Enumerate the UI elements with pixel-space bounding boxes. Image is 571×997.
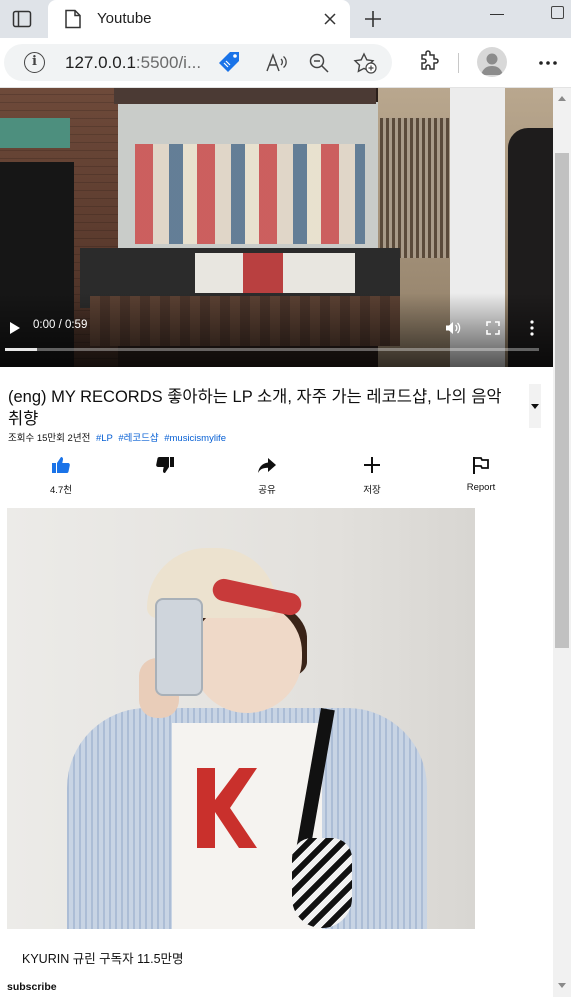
video-frame-awning	[114, 88, 376, 104]
subscribe-button[interactable]: subscribe	[7, 981, 57, 993]
play-icon[interactable]	[9, 321, 21, 335]
tab-title: Youtube	[97, 10, 152, 27]
profile-avatar-icon[interactable]	[477, 47, 507, 77]
tab-actions-icon[interactable]	[12, 9, 32, 29]
coupon-tag-icon[interactable]	[217, 50, 243, 76]
dislike-button[interactable]	[125, 452, 205, 496]
action-bar: 4.7천 공유 저장 Report	[0, 452, 553, 496]
video-progress-bar[interactable]	[5, 348, 539, 351]
channel-name[interactable]: KYURIN 규린 구독자 11.5만명	[22, 948, 184, 967]
thumbs-down-icon	[156, 457, 174, 473]
video-frame-boxes	[195, 253, 355, 293]
volume-icon[interactable]	[445, 321, 461, 335]
document-icon	[65, 9, 81, 29]
toolbar-divider	[458, 53, 459, 73]
flag-icon	[473, 457, 489, 474]
minimize-button[interactable]	[490, 14, 504, 15]
hashtag-link[interactable]: #LP	[96, 433, 113, 444]
photo-phone	[155, 598, 203, 696]
toolbar: i 127.0.0.1:5500/i...	[0, 38, 571, 88]
info-icon[interactable]: i	[24, 52, 45, 73]
video-progress-fill	[5, 348, 38, 351]
more-options-icon[interactable]	[537, 54, 559, 72]
close-icon[interactable]	[322, 11, 338, 27]
video-frame-records	[380, 118, 450, 258]
like-button[interactable]: 4.7천	[21, 452, 101, 496]
share-label: 공유	[258, 485, 276, 496]
hashtag-link[interactable]: #레코드샵	[118, 433, 158, 444]
new-tab-icon[interactable]	[362, 8, 384, 30]
page-content: 0:00 / 0:59 (eng) MY RECORDS 좋아하는 LP 소개,…	[0, 88, 553, 997]
url-host: 127.0.0.1	[65, 53, 136, 72]
fullscreen-icon[interactable]	[486, 321, 500, 335]
tab-strip: Youtube	[0, 0, 571, 38]
video-frame-sign	[0, 118, 70, 148]
save-button[interactable]: 저장	[332, 452, 412, 496]
plus-icon	[364, 457, 380, 473]
maximize-button[interactable]	[551, 6, 564, 19]
hashtag-link[interactable]: #musicismylife	[164, 433, 226, 444]
address-bar[interactable]: i 127.0.0.1:5500/i...	[4, 44, 392, 81]
scroll-down-arrow-icon[interactable]	[558, 983, 566, 988]
video-time: 0:00 / 0:59	[33, 319, 88, 331]
report-button[interactable]: Report	[441, 452, 521, 496]
url-text[interactable]: 127.0.0.1:5500/i...	[65, 53, 201, 73]
photo-bag	[292, 838, 352, 928]
channel-photo[interactable]	[7, 508, 475, 929]
view-count: 조회수 15만회 2년전	[8, 433, 91, 444]
browser-tab[interactable]: Youtube	[48, 0, 350, 38]
share-icon	[258, 458, 276, 473]
url-path: :5500/i...	[135, 53, 202, 72]
photo-face	[192, 603, 302, 713]
video-meta: 조회수 15만회 2년전 #LP #레코드샵 #musicismylife	[8, 430, 226, 444]
like-count: 4.7천	[50, 485, 72, 496]
zoom-out-icon[interactable]	[309, 53, 329, 73]
video-frame-shelves	[135, 144, 365, 244]
video-player[interactable]: 0:00 / 0:59	[0, 88, 553, 367]
video-title: (eng) MY RECORDS 좋아하는 LP 소개, 자주 가는 레코드샵,…	[8, 388, 502, 428]
page-scrollbar[interactable]	[553, 88, 571, 997]
scroll-up-arrow-icon[interactable]	[558, 96, 566, 101]
share-button[interactable]: 공유	[227, 452, 307, 496]
save-label: 저장	[363, 485, 381, 496]
extensions-icon[interactable]	[417, 50, 441, 74]
scrollbar-thumb[interactable]	[555, 153, 569, 648]
thumbs-up-icon	[52, 457, 70, 473]
read-aloud-icon[interactable]	[266, 53, 288, 73]
expand-description-button[interactable]	[529, 384, 541, 428]
video-menu-icon[interactable]	[530, 320, 534, 336]
report-label: Report	[466, 482, 496, 493]
add-favorite-icon[interactable]	[353, 52, 377, 74]
